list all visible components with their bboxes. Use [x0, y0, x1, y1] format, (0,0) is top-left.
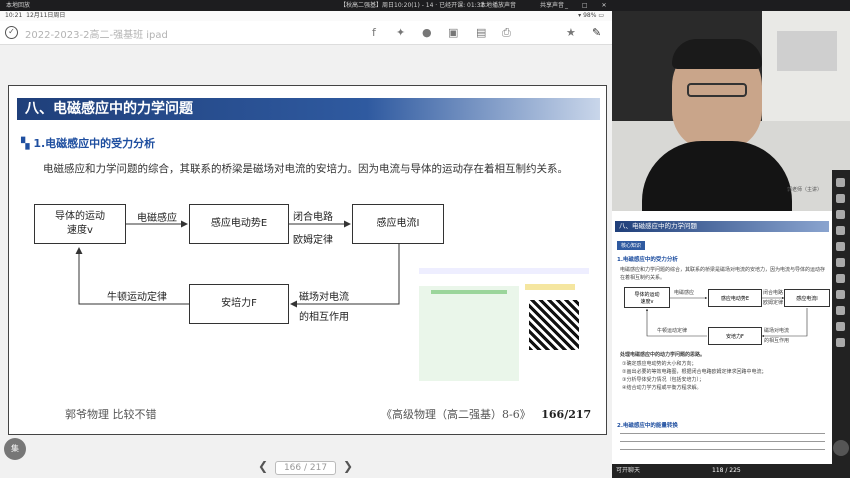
local-sound-toggle[interactable]: 本地播放声音: [480, 0, 516, 11]
status-date: 12月11日周日: [26, 12, 66, 19]
teacher-name-label: 郭老师（主讲）: [787, 187, 823, 193]
cursor-tool-icon[interactable]: [836, 178, 845, 187]
select-tool-icon[interactable]: [836, 194, 845, 203]
page-navigator: ❮ 166 / 217 ❯: [258, 459, 353, 475]
right-box-f: 安培力F: [708, 327, 762, 345]
right-box-v: 导体的运动 速度v: [624, 287, 670, 308]
right-section2: 2.电磁感应中的能量转换: [617, 423, 678, 429]
facebook-share-icon[interactable]: f: [372, 26, 376, 39]
label-field-current-1: 磁场对电流: [299, 292, 349, 303]
right-bottom-bar: 可开聊天 118 / 225: [612, 464, 850, 478]
right-section1: 1.电磁感应中的受力分析: [617, 257, 678, 263]
status-time: 10:21: [5, 12, 23, 19]
right-label-field1: 磁场对电流: [764, 328, 790, 334]
window-controls[interactable]: _ □ ✕: [565, 0, 613, 11]
box-velocity: 导体的运动 速度v: [34, 204, 126, 244]
pen-icon[interactable]: ✎: [592, 26, 601, 39]
label-field-current-2: 的相互作用: [299, 312, 349, 323]
slide-footer-right: 《高级物理（高二强基）8-6》 166/217: [381, 408, 592, 421]
right-label-ohm: 欧姆定律: [763, 300, 784, 306]
right-box-e: 感应电动势E: [708, 289, 762, 307]
label-newton-law: 牛顿运动定律: [107, 292, 167, 303]
settings-icon[interactable]: [836, 322, 845, 331]
slide-page: 八、电磁感应中的力学问题 ▚ 1.电磁感应中的受力分析 电磁感应和力学问题的综合…: [8, 85, 607, 435]
pen-tool-icon[interactable]: [836, 210, 845, 219]
wifi-icon: ▾: [578, 12, 582, 19]
doc-title: 2022-2023-2高二-强基班 ipad: [25, 30, 168, 41]
qr-code-card: [409, 264, 594, 384]
right-text-lines: [620, 433, 825, 457]
right-label-ei: 电磁感应: [674, 290, 695, 296]
next-page-icon[interactable]: ❯: [343, 459, 353, 473]
right-step-3: ③分析导体受力情况（包括安培力）；: [622, 377, 704, 383]
teacher-camera-feed: 郭老师（主讲）: [612, 11, 850, 211]
box-current: 感应电流I: [352, 204, 444, 244]
device-status-bar: 10:21 12月11日周日 ▾ 98% ▭: [0, 11, 612, 21]
right-para: 电磁感应和力学问题的综合，其联系的桥梁是磁场对电流的安培力，因为电流与导体的运动…: [620, 267, 826, 281]
chat-bubble-icon[interactable]: [833, 440, 849, 456]
battery-level: 98%: [583, 12, 597, 19]
label-ohm-law: 欧姆定律: [293, 235, 333, 246]
text-tool-icon[interactable]: [836, 242, 845, 251]
prev-page-icon[interactable]: ❮: [258, 459, 268, 473]
label-electromagnetic-induction: 电磁感应: [137, 213, 177, 224]
slide-footer-left: 郭爷物理 比较不错: [65, 408, 157, 421]
print-icon[interactable]: ⎙: [502, 26, 511, 40]
share-sound-toggle[interactable]: 共享声音: [540, 0, 564, 11]
right-tag: 核心知识: [617, 241, 646, 250]
shape-tool-icon[interactable]: [836, 258, 845, 267]
box-force: 安培力F: [189, 284, 289, 324]
star-icon[interactable]: ★: [566, 26, 576, 39]
qr-code-image: [529, 300, 579, 350]
window-title-bar: 本地回放 【秋高二强基】周日10:20(1) - 14 · 已经开课: 01:3…: [0, 0, 850, 11]
user-icon[interactable]: [836, 338, 845, 347]
battery-icon: ▭: [598, 12, 604, 19]
right-label-newton: 牛顿运动定律: [657, 328, 688, 334]
doc-toolbar: ✓ 2022-2023-2高二-强基班 ipad f ✦ ● ▣ ▤ ⎙ ★ ✎: [0, 21, 612, 45]
image-icon[interactable]: ▣: [448, 26, 458, 39]
twitter-share-icon[interactable]: ✦: [396, 26, 405, 39]
comment-icon[interactable]: ●: [422, 26, 432, 39]
window-title: 【秋高二强基】周日10:20(1) - 14 · 已经开课: 01:37: [340, 2, 485, 9]
window-left-label: 本地回放: [6, 2, 31, 9]
redo-icon[interactable]: [836, 290, 845, 299]
label-closed-circuit: 闭合电路: [293, 212, 333, 223]
right-step-4: ④结合动力学方程或平衡方程求解。: [622, 385, 702, 391]
page-indicator[interactable]: 166 / 217: [274, 461, 337, 475]
clear-icon[interactable]: [836, 306, 845, 315]
right-page-indicator[interactable]: 118 / 225: [712, 464, 741, 478]
right-bar-label: 可开聊天: [616, 467, 641, 474]
undo-icon[interactable]: [836, 274, 845, 283]
right-box-i: 感应电流I: [784, 289, 830, 307]
right-steps-title: 处理电磁感应中的动力学问题的思路。: [620, 352, 706, 358]
right-step-2: ②画出必要的等效电路图，根据闭合电路欧姆定律求回路中电流；: [622, 369, 767, 375]
right-step-1: ①确定感应电动势的大小和方向；: [622, 361, 697, 367]
right-label-field2: 的相互作用: [764, 338, 790, 344]
right-document-view: 八、电磁感应中的力学问题 核心知识 1.电磁感应中的受力分析 电磁感应和力学问题…: [612, 211, 832, 464]
bookmark-icon[interactable]: ▤: [476, 26, 486, 39]
box-emf: 感应电动势E: [189, 204, 289, 244]
floating-action-button[interactable]: 集: [4, 438, 26, 460]
check-circle-icon[interactable]: ✓: [5, 26, 18, 39]
eraser-tool-icon[interactable]: [836, 226, 845, 235]
document-viewer: 10:21 12月11日周日 ▾ 98% ▭ ✓ 2022-2023-2高二-强…: [0, 11, 612, 478]
right-banner: 八、电磁感应中的力学问题: [615, 221, 829, 232]
right-label-circuit: 闭合电路: [763, 290, 784, 296]
right-side-toolbar: [832, 170, 850, 470]
